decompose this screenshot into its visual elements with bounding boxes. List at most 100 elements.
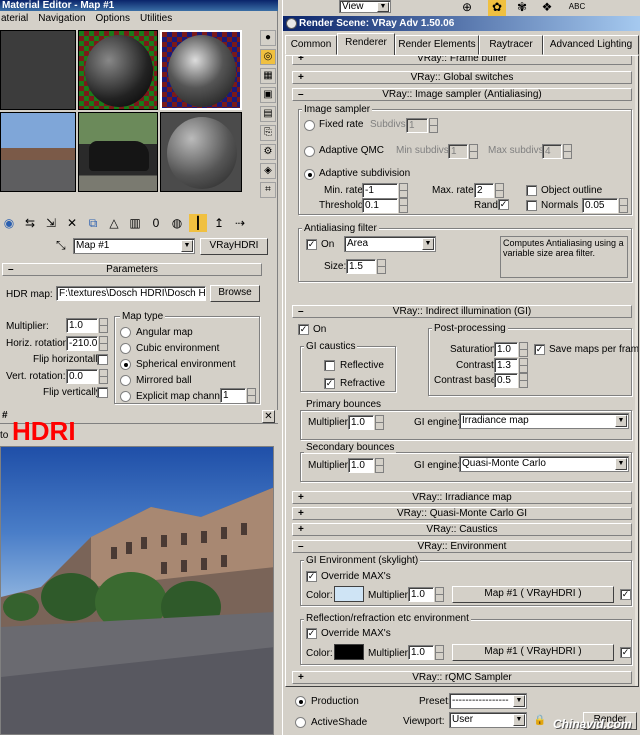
sample-slot-1[interactable] (0, 30, 76, 110)
map-type-cubic[interactable]: Cubic environment (120, 342, 236, 355)
reflective-checkbox[interactable] (324, 360, 335, 371)
map-type-spherical[interactable]: Spherical environment (120, 358, 236, 371)
render-type-icon[interactable]: ❖ (538, 0, 556, 16)
put-to-scene-icon[interactable]: ⇆ (21, 214, 39, 232)
multiplier2-field[interactable]: 1.0 (408, 645, 434, 660)
video-check-icon[interactable]: ▤ (260, 106, 276, 122)
override1-checkbox[interactable]: ✓ (306, 571, 317, 582)
map-type-radio[interactable] (120, 375, 131, 386)
subdivs-spinner[interactable] (429, 118, 438, 133)
map-channel-spinner[interactable] (247, 388, 256, 403)
adaptive-qmc-radio[interactable] (304, 146, 315, 157)
go-to-parent-icon[interactable]: ↥ (210, 214, 228, 232)
adaptive-subdivision-radio[interactable] (304, 169, 315, 180)
close-icon[interactable]: ✕ (262, 410, 275, 423)
map-type-radio[interactable] (120, 327, 131, 338)
activeshade-radio[interactable] (295, 717, 306, 728)
irradiance-map-rollout[interactable]: + VRay:: Irradiance map (292, 491, 632, 504)
color1-swatch[interactable] (334, 586, 364, 602)
normals-checkbox[interactable] (526, 200, 537, 211)
parameters-rollout-header[interactable]: – Parameters (2, 263, 262, 276)
render-icon[interactable]: ✿ (488, 0, 506, 16)
min-subdivs-field[interactable]: 1 (448, 144, 468, 159)
select-by-material-icon[interactable]: ◈ (260, 163, 276, 179)
gi-on-checkbox[interactable]: ✓ (298, 324, 309, 335)
saturation-field[interactable]: 1.0 (494, 342, 518, 357)
map-type-radio[interactable] (120, 343, 131, 354)
multiplier-field[interactable]: 1.0 (66, 318, 98, 333)
production-radio[interactable] (295, 696, 306, 707)
map-type-angular[interactable]: Angular map (120, 326, 236, 339)
map-channel-field[interactable]: 1 (220, 388, 246, 403)
subdivs-field[interactable]: 1 (406, 118, 428, 133)
primary-multiplier-field[interactable]: 1.0 (348, 415, 374, 430)
lock-icon[interactable]: 🔒 (531, 712, 549, 730)
min-rate-field[interactable]: -1 (362, 183, 398, 198)
threshold-field[interactable]: 0.1 (362, 198, 398, 213)
vert-rotation-field[interactable]: 0.0 (66, 369, 98, 384)
multiplier1-spinner[interactable] (435, 587, 444, 602)
map-type-mirrored-ball[interactable]: Mirrored ball (120, 374, 236, 387)
contrast-base-field[interactable]: 0.5 (494, 373, 518, 388)
map2-checkbox[interactable]: ✓ (620, 647, 631, 658)
horiz-rotation-spinner[interactable] (99, 336, 108, 351)
fixed-rate-radio[interactable] (304, 120, 315, 131)
view-dropdown[interactable]: View ▼ (339, 0, 391, 13)
quick-render-icon[interactable]: ✾ (513, 0, 531, 16)
map-type-radio[interactable] (120, 391, 131, 402)
refractive-checkbox[interactable]: ✓ (324, 378, 335, 389)
browse-button[interactable]: Browse (210, 285, 260, 302)
max-subdivs-field[interactable]: 4 (542, 144, 562, 159)
sample-slot-2[interactable] (78, 30, 158, 110)
multiplier2-spinner[interactable] (435, 645, 444, 660)
delete-icon[interactable]: ✕ (63, 214, 81, 232)
menu-utilities[interactable]: Utilities (140, 11, 172, 27)
saturation-spinner[interactable] (519, 342, 528, 357)
environment-rollout[interactable]: – VRay:: Environment (292, 540, 632, 553)
multiplier-spinner[interactable] (99, 318, 108, 333)
vert-rotation-spinner[interactable] (99, 369, 108, 384)
sample-slot-4[interactable] (0, 112, 76, 192)
image-sampler-rollout[interactable]: – VRay:: Image sampler (Antialiasing) (292, 88, 632, 101)
put-to-library-icon[interactable]: ▥ (126, 214, 144, 232)
aa-filter-dropdown[interactable]: Area ▼ (344, 236, 436, 252)
rqmc-sampler-rollout[interactable]: + VRay:: rQMC Sampler (292, 671, 632, 684)
tab-advanced-lighting[interactable]: Advanced Lighting (543, 35, 639, 55)
normals-spinner[interactable] (619, 198, 628, 213)
abc-icon[interactable]: ABC (568, 0, 586, 16)
sample-type-icon[interactable]: ● (260, 30, 276, 46)
map-type-button[interactable]: VRayHDRI (200, 238, 268, 255)
material-id-icon[interactable]: 0 (147, 214, 165, 232)
primary-multiplier-spinner[interactable] (375, 415, 384, 430)
tab-renderer[interactable]: Renderer (337, 33, 395, 56)
max-rate-field[interactable]: 2 (474, 183, 494, 198)
menu-navigation[interactable]: Navigation (38, 11, 85, 27)
navigator-icon[interactable]: ⌗ (260, 182, 276, 198)
max-rate-spinner[interactable] (495, 183, 504, 198)
primary-engine-dropdown[interactable]: Irradiance map ▼ (459, 413, 629, 429)
options-icon[interactable]: ⚙ (260, 144, 276, 160)
show-map-icon[interactable]: ◍ (168, 214, 186, 232)
map-name-field[interactable]: Map #1 ▼ (73, 238, 195, 254)
flip-horizontally-checkbox[interactable] (97, 354, 108, 365)
snap-icon[interactable]: ⊕ (458, 0, 476, 16)
eyedropper-icon[interactable]: ⤡ (56, 238, 66, 253)
map1-checkbox[interactable]: ✓ (620, 589, 631, 600)
normals-field[interactable]: 0.05 (582, 198, 618, 213)
caustics-rollout[interactable]: + VRay:: Caustics (292, 523, 632, 536)
menu-material[interactable]: aterial (1, 11, 28, 27)
multiplier1-field[interactable]: 1.0 (408, 587, 434, 602)
hdr-map-path-field[interactable]: F:\textures\Dosch HDRI\Dosch HDR (56, 286, 206, 301)
horiz-rotation-field[interactable]: -210.0 (66, 336, 98, 351)
sample-slot-6[interactable] (160, 112, 242, 192)
panel-scrollbar[interactable] (635, 56, 638, 686)
aa-size-field[interactable]: 1.5 (346, 259, 376, 274)
secondary-multiplier-spinner[interactable] (375, 458, 384, 473)
show-end-result-icon[interactable]: ┃ (189, 214, 207, 232)
background-icon[interactable]: ▦ (260, 68, 276, 84)
map-type-radio-selected[interactable] (120, 359, 131, 370)
override2-checkbox[interactable]: ✓ (306, 628, 317, 639)
aa-size-spinner[interactable] (377, 259, 386, 274)
assign-material-icon[interactable]: ⇲ (42, 214, 60, 232)
aa-on-checkbox[interactable]: ✓ (306, 239, 317, 250)
